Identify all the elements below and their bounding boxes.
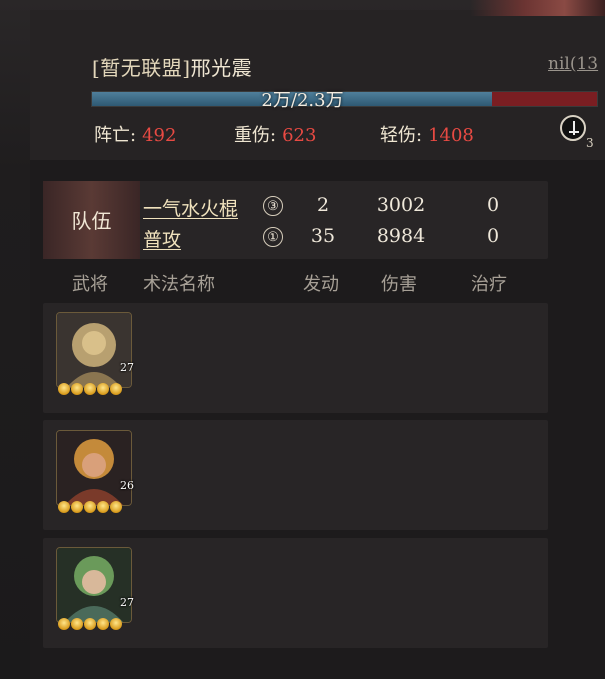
star-rating — [58, 383, 122, 395]
activation-count: 2 — [316, 194, 330, 216]
star-icon — [110, 618, 122, 630]
col-general: 武将 — [72, 274, 108, 295]
star-icon — [84, 618, 96, 630]
star-icon — [84, 383, 96, 395]
star-rating — [58, 501, 122, 513]
col-damage: 伤害 — [381, 274, 417, 295]
stat-value: 623 — [282, 125, 317, 146]
stat-label: 轻伤: — [380, 125, 423, 146]
stat-label: 重伤: — [234, 125, 277, 146]
stat-value: 492 — [142, 125, 177, 146]
stat-killed: 阵亡: 492 — [94, 121, 176, 147]
sword-count: 3 — [586, 136, 594, 150]
sword-icon[interactable] — [560, 115, 586, 141]
star-icon — [71, 618, 83, 630]
troop-text: 2万/2.3万 — [261, 90, 344, 111]
col-activations: 发动 — [303, 274, 339, 295]
skill-name[interactable]: 普攻 — [143, 225, 181, 252]
general-portrait[interactable] — [56, 430, 132, 506]
general-portrait[interactable] — [56, 547, 132, 623]
star-icon — [84, 501, 96, 513]
general-level: 27 — [120, 596, 134, 609]
general-portrait[interactable] — [56, 312, 132, 388]
stat-value: 1408 — [428, 125, 474, 146]
stat-severe: 重伤: 623 — [234, 121, 316, 147]
stat-light: 轻伤: 1408 — [380, 121, 474, 147]
star-icon — [71, 501, 83, 513]
star-rating — [58, 618, 122, 630]
commander-title: [暂无联盟]邢光震 — [92, 52, 252, 81]
star-icon — [58, 501, 70, 513]
skill-level-badge: ① — [263, 227, 283, 247]
star-icon — [58, 383, 70, 395]
team-label-text: 队伍 — [71, 209, 112, 233]
activation-count: 35 — [310, 225, 336, 247]
alliance-name: [暂无联盟] — [92, 56, 191, 80]
skill-name[interactable]: 一气水火棍 — [143, 194, 238, 221]
general-level: 26 — [120, 479, 134, 492]
commander-name: 邢光震 — [190, 56, 253, 80]
star-icon — [97, 501, 109, 513]
damage-value: 8984 — [376, 225, 426, 247]
top-decoration — [470, 0, 605, 16]
damage-value: 3002 — [376, 194, 426, 216]
col-heal: 治疗 — [471, 274, 507, 295]
col-skill-name: 术法名称 — [143, 274, 215, 295]
star-icon — [97, 618, 109, 630]
portrait-image — [57, 548, 131, 622]
star-icon — [97, 383, 109, 395]
skill-level-badge: ③ — [263, 196, 283, 216]
star-icon — [71, 383, 83, 395]
star-icon — [110, 383, 122, 395]
portrait-image — [57, 431, 131, 505]
star-icon — [58, 618, 70, 630]
star-icon — [110, 501, 122, 513]
opponent-link[interactable]: nil(13 — [548, 54, 598, 74]
stat-label: 阵亡: — [94, 125, 137, 146]
heal-value: 0 — [486, 225, 500, 247]
portrait-image — [57, 313, 131, 387]
team-label: 队伍 — [43, 181, 140, 259]
heal-value: 0 — [486, 194, 500, 216]
general-level: 27 — [120, 361, 134, 374]
